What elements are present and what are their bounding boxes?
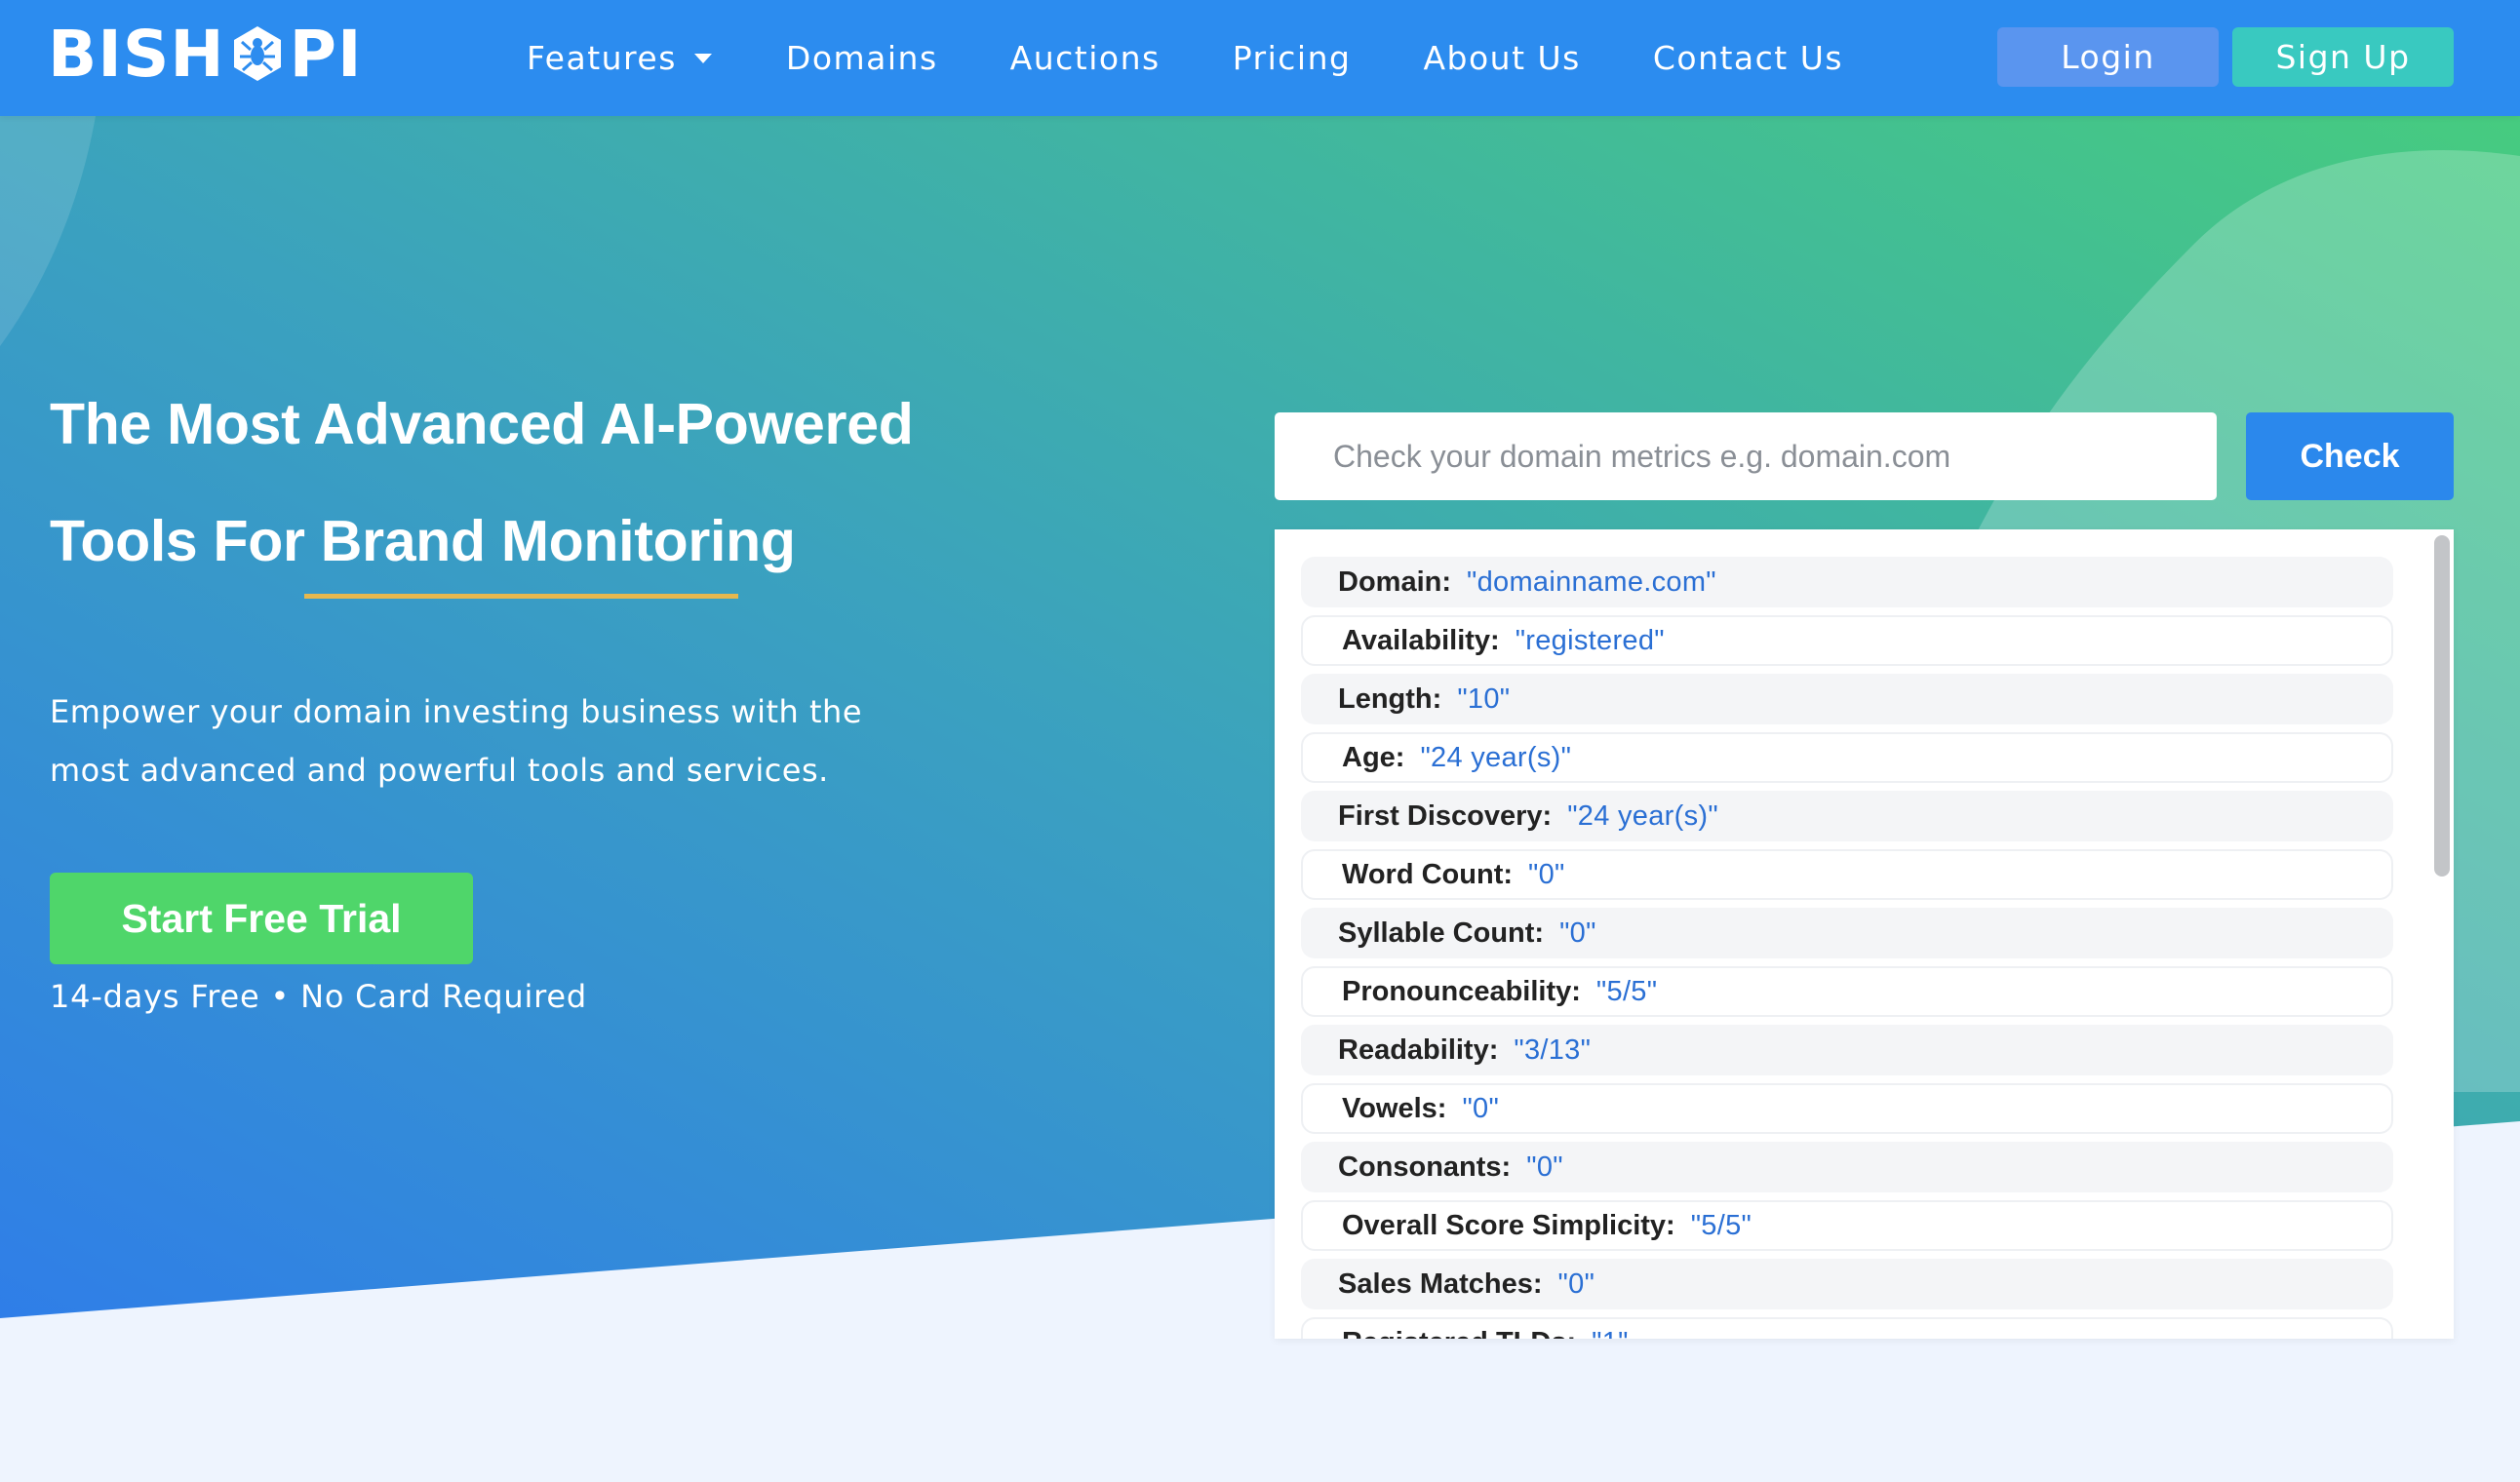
nav-contact-us[interactable]: Contact Us	[1653, 39, 1843, 77]
results-scrollbar[interactable]	[2428, 529, 2454, 1339]
logo-text-right: PI	[289, 16, 363, 92]
metric-key: Consonants:	[1338, 1150, 1512, 1183]
metric-row: Length: "10"	[1301, 674, 2393, 724]
metric-value: "0"	[1526, 1150, 1563, 1183]
check-button[interactable]: Check	[2246, 412, 2454, 500]
logo-text-left: BISH	[48, 16, 225, 92]
nav-links: Features Domains Auctions Pricing About …	[527, 0, 1915, 116]
domain-metrics-panel[interactable]: Domain: "domainname.com" Availability: "re…	[1275, 529, 2454, 1339]
metric-value: "24 year(s)"	[1420, 741, 1572, 773]
title-underline	[304, 594, 738, 599]
metric-row: Registered TLDs: "1"	[1301, 1317, 2393, 1339]
metric-key: Pronounceability:	[1342, 975, 1581, 1007]
metric-row: Age: "24 year(s)"	[1301, 732, 2393, 783]
metric-value: "5/5"	[1595, 975, 1658, 1007]
metric-row: Overall Score Simplicity: "5/5"	[1301, 1200, 2393, 1251]
metric-value: "5/5"	[1690, 1209, 1752, 1241]
caret-down-icon	[693, 53, 712, 63]
metric-key: Readability:	[1338, 1034, 1499, 1066]
metric-row: Consonants: "0"	[1301, 1142, 2393, 1192]
metric-value: "1"	[1592, 1327, 1629, 1340]
metric-value: "10"	[1457, 682, 1511, 715]
nav-pricing[interactable]: Pricing	[1233, 39, 1352, 77]
domain-search-input[interactable]	[1275, 412, 2217, 500]
metric-value: "0"	[1462, 1092, 1500, 1124]
nav-features[interactable]: Features	[527, 39, 714, 77]
signup-button[interactable]: Sign Up	[2232, 27, 2454, 87]
nav-about-us[interactable]: About Us	[1423, 39, 1580, 77]
brand-logo[interactable]: BISH PI	[48, 17, 363, 92]
metric-value: "domainname.com"	[1467, 566, 1716, 598]
metric-key: Overall Score Simplicity:	[1342, 1209, 1675, 1241]
metric-key: Domain:	[1338, 566, 1451, 598]
metric-key: Word Count:	[1342, 858, 1514, 890]
nav-features-label: Features	[527, 39, 677, 77]
metric-row: Vowels: "0"	[1301, 1083, 2393, 1134]
login-button[interactable]: Login	[1997, 27, 2219, 87]
hero-title: The Most Advanced AI-Powered Tools For B…	[50, 366, 1122, 600]
hero-subtitle-line-1: Empower your domain investing business w…	[50, 693, 862, 730]
hero-title-line-1: The Most Advanced AI-Powered	[50, 392, 914, 456]
metric-row: Syllable Count: "0"	[1301, 908, 2393, 958]
metric-row: Sales Matches: "0"	[1301, 1259, 2393, 1309]
metric-value: "registered"	[1515, 624, 1665, 656]
metric-key: Syllable Count:	[1338, 916, 1545, 949]
trial-note: 14-days Free • No Card Required	[50, 978, 588, 1015]
metric-row: Word Count: "0"	[1301, 849, 2393, 900]
nav-auctions[interactable]: Auctions	[1010, 39, 1161, 77]
metric-key: Vowels:	[1342, 1092, 1447, 1124]
hero-title-line-2: Tools For Brand Monitoring	[50, 509, 796, 573]
spider-logo-icon	[233, 26, 281, 81]
metrics-list: Domain: "domainname.com" Availability: "re…	[1301, 557, 2393, 1339]
metric-row: Domain: "domainname.com"	[1301, 557, 2393, 607]
metric-value: "0"	[1557, 1268, 1595, 1300]
metric-row: Availability: "registered"	[1301, 615, 2393, 666]
metric-value: "0"	[1528, 858, 1565, 890]
metric-key: Registered TLDs:	[1342, 1327, 1576, 1340]
nav-domains[interactable]: Domains	[786, 39, 938, 77]
metric-value: "0"	[1559, 916, 1596, 949]
metric-row: Pronounceability: "5/5"	[1301, 966, 2393, 1017]
metric-key: Length:	[1338, 682, 1442, 715]
metric-key: First Discovery:	[1338, 800, 1553, 832]
metric-key: Availability:	[1342, 624, 1500, 656]
metric-key: Age:	[1342, 741, 1405, 773]
results-scrollbar-thumb[interactable]	[2434, 535, 2450, 877]
metric-value: "3/13"	[1514, 1034, 1592, 1066]
hero-subtitle: Empower your domain investing business w…	[50, 682, 927, 800]
start-free-trial-button[interactable]: Start Free Trial	[50, 873, 473, 964]
metric-value: "24 year(s)"	[1567, 800, 1718, 832]
top-navbar: BISH PI Features Domains Auctions Pricin…	[0, 0, 2520, 116]
metric-row: Readability: "3/13"	[1301, 1025, 2393, 1075]
metric-row: First Discovery: "24 year(s)"	[1301, 791, 2393, 841]
hero-subtitle-line-2: most advanced and powerful tools and ser…	[50, 752, 829, 789]
metric-key: Sales Matches:	[1338, 1268, 1543, 1300]
